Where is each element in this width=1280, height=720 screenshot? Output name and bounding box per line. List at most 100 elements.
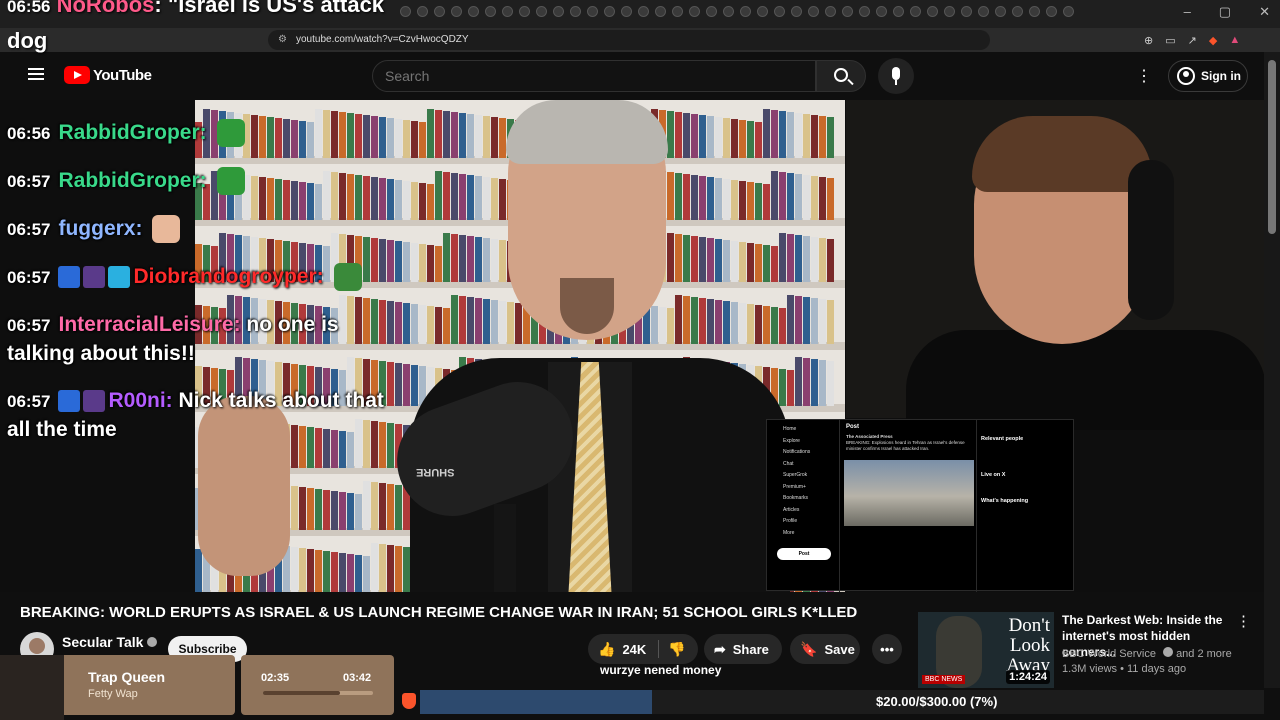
site-settings-icon[interactable]: ⚙: [278, 34, 290, 46]
tab-favicon-icon[interactable]: [570, 6, 581, 17]
x-relevant-people: Relevant people: [981, 436, 1024, 442]
tab-favicon-icon[interactable]: [1063, 6, 1074, 17]
top-chat-message: 06:56 NoRobos: "Israel is US's attack: [7, 0, 384, 18]
book-spine: [395, 546, 402, 592]
chat-username[interactable]: R00ni: [108, 389, 165, 412]
tab-favicon-icon[interactable]: [774, 6, 785, 17]
tab-favicon-icon[interactable]: [859, 6, 870, 17]
brave-shields-icon[interactable]: ◆: [1209, 34, 1217, 47]
book-spine: [299, 426, 306, 468]
book-spine: [803, 358, 810, 406]
tab-favicon-icon[interactable]: [400, 6, 411, 17]
tab-favicon-icon[interactable]: [587, 6, 598, 17]
rewards-icon[interactable]: ▲: [1229, 34, 1240, 47]
tab-favicon-icon[interactable]: [553, 6, 564, 17]
like-icon[interactable]: 👍: [598, 641, 615, 658]
chat-username[interactable]: InterracialLeisure: [58, 313, 233, 336]
search-button[interactable]: [816, 60, 866, 92]
tab-favicon-icon[interactable]: [808, 6, 819, 17]
tab-favicon-icon[interactable]: [842, 6, 853, 17]
recommended-channel[interactable]: BBC World Service and 2 more: [1062, 647, 1232, 660]
search-box: [372, 60, 816, 92]
dislike-icon[interactable]: 👎: [668, 641, 685, 658]
tab-favicon-icon[interactable]: [485, 6, 496, 17]
scrollbar-thumb[interactable]: [1268, 60, 1276, 234]
like-count[interactable]: 24K: [622, 642, 646, 657]
tab-favicon-icon[interactable]: [1029, 6, 1040, 17]
tab-favicon-icon[interactable]: [434, 6, 445, 17]
page-scrollbar[interactable]: [1264, 52, 1280, 688]
book-spine: [707, 177, 714, 220]
screen-icon[interactable]: ▭: [1165, 34, 1175, 47]
book-spine: [315, 489, 322, 530]
total-time: 03:42: [343, 672, 372, 684]
book-spine: [787, 370, 794, 406]
bbc-news-label: BBC NEWS: [922, 675, 966, 684]
recommended-thumbnail[interactable]: Don't Look Away BBC NEWS 1:24:24: [918, 612, 1054, 688]
chat-username[interactable]: RabbidGroper: [58, 169, 199, 192]
tab-favicon-icon[interactable]: [944, 6, 955, 17]
tab-favicon-icon[interactable]: [417, 6, 428, 17]
chat-username[interactable]: Diobrandogroyper: [133, 265, 316, 288]
tab-favicon-icon[interactable]: [536, 6, 547, 17]
book-spine: [779, 111, 786, 158]
search-input[interactable]: [373, 61, 815, 91]
share-icon[interactable]: ↗: [1188, 34, 1197, 47]
recommended-more-icon[interactable]: ⋮: [1236, 612, 1251, 630]
sign-in-button[interactable]: Sign in: [1168, 60, 1248, 92]
channel-name[interactable]: Secular Talk: [62, 634, 158, 650]
share-button[interactable]: ➦ Share: [704, 634, 782, 664]
book-spine: [739, 181, 746, 220]
tab-favicon-icon[interactable]: [519, 6, 530, 17]
tab-favicon-icon[interactable]: [723, 6, 734, 17]
tab-favicon-icon[interactable]: [638, 6, 649, 17]
voice-search-button[interactable]: [878, 58, 914, 94]
chat-username[interactable]: fuggerx: [58, 217, 135, 240]
youtube-logo[interactable]: YouTube: [64, 66, 152, 84]
tab-favicon-icon[interactable]: [1012, 6, 1023, 17]
book-spine: [499, 118, 506, 158]
sign-in-label: Sign in: [1201, 69, 1241, 83]
settings-more-icon[interactable]: ⋮: [1136, 66, 1152, 86]
tab-favicon-icon[interactable]: [468, 6, 479, 17]
tab-favicon-icon[interactable]: [740, 6, 751, 17]
book-spine: [315, 428, 322, 468]
tab-favicon-icon[interactable]: [621, 6, 632, 17]
tab-favicon-icon[interactable]: [451, 6, 462, 17]
minimize-icon[interactable]: –: [1184, 4, 1191, 20]
book-spine: [723, 240, 730, 282]
tab-favicon-icon[interactable]: [978, 6, 989, 17]
tab-favicon-icon[interactable]: [672, 6, 683, 17]
tab-favicon-icon[interactable]: [757, 6, 768, 17]
tab-favicon-icon[interactable]: [1046, 6, 1057, 17]
maximize-icon[interactable]: ▢: [1219, 4, 1231, 20]
book-spine: [739, 120, 746, 158]
address-bar[interactable]: ⚙ youtube.com/watch?v=CzvHwocQDZY ⊕ ▭ ↗ …: [268, 30, 1240, 50]
book-spine: [819, 177, 826, 220]
save-button[interactable]: 🔖 Save: [790, 634, 860, 664]
hamburger-menu-icon[interactable]: [28, 68, 44, 80]
tab-favicon-icon[interactable]: [655, 6, 666, 17]
like-divider: [658, 640, 659, 658]
tab-favicon-icon[interactable]: [604, 6, 615, 17]
zoom-icon[interactable]: ⊕: [1144, 34, 1153, 47]
book-spine: [379, 544, 386, 592]
tab-favicon-icon[interactable]: [995, 6, 1006, 17]
close-icon[interactable]: ✕: [1259, 4, 1270, 20]
tab-favicon-icon[interactable]: [910, 6, 921, 17]
tab-favicon-icon[interactable]: [791, 6, 802, 17]
tab-favicon-icon[interactable]: [927, 6, 938, 17]
book-spine: [347, 493, 354, 530]
book-spine: [723, 301, 730, 344]
tab-favicon-icon[interactable]: [502, 6, 513, 17]
tab-favicon-icon[interactable]: [689, 6, 700, 17]
tab-favicon-icon[interactable]: [961, 6, 972, 17]
tab-favicon-icon[interactable]: [706, 6, 717, 17]
tab-favicon-icon[interactable]: [876, 6, 887, 17]
book-spine: [323, 551, 330, 592]
tab-favicon-icon[interactable]: [893, 6, 904, 17]
tab-favicon-icon[interactable]: [825, 6, 836, 17]
chat-username[interactable]: RabbidGroper: [58, 121, 199, 144]
more-actions-button[interactable]: •••: [872, 634, 902, 664]
video-player[interactable]: SHURE Home Explore Notifications Chat SuperG…: [0, 100, 1264, 592]
